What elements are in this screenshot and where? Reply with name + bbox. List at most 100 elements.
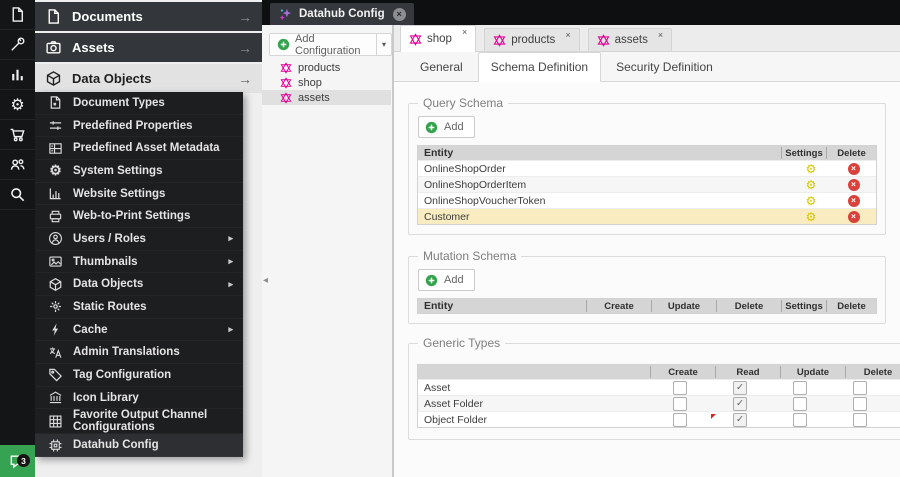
table-row[interactable]: OnlineShopOrder ⚙ × [418,160,876,176]
menu-item-datahub-config[interactable]: Datahub Config [35,434,243,458]
gear-icon: ⚙ [49,162,62,179]
column-header-delete: Delete [826,300,876,312]
table-row[interactable]: Asset ✓ [418,379,900,395]
collapse-panel-handle[interactable]: ◂ [263,275,268,286]
settings-gear-icon[interactable]: ⚙ [806,179,817,191]
rail-item-gear[interactable]: ⚙ [0,90,35,120]
rail-item-wrench[interactable] [0,30,35,60]
menu-item-tag-configuration[interactable]: Tag Configuration [35,364,243,387]
chevron-right-icon: ▸ [228,233,233,244]
subtab-schema-definition[interactable]: Schema Definition [477,52,602,82]
menu-item-label: Static Routes [73,300,147,313]
menu-item-label: Icon Library [73,391,139,404]
notifications-button[interactable]: 3 [0,445,35,477]
accordion-header-assets[interactable]: Assets → [35,33,262,62]
delete-icon[interactable]: × [847,162,860,175]
column-header-create: Create [650,366,715,378]
generic-types-table: Create Read Update Delete Asset ✓ Asset Folder… [417,364,900,428]
menu-item-icon-library[interactable]: Icon Library [35,387,243,410]
cube-icon [45,70,62,87]
schema-definition-content: Query Schema Add Entity Settings Delete Onl… [394,80,900,477]
close-icon[interactable]: × [565,31,570,40]
menu-item-document-types[interactable]: Document Types [35,92,243,115]
close-icon[interactable]: × [392,7,406,21]
create-cell [650,396,710,411]
menu-item-system-settings[interactable]: ⚙ System Settings [35,160,243,183]
menu-item-thumbnails[interactable]: Thumbnails ▸ [35,251,243,274]
settings-gear-icon[interactable]: ⚙ [806,211,817,223]
table-row[interactable]: Object Folder ✓ [418,411,900,427]
delete-icon[interactable]: × [847,210,860,223]
editor-tab-assets[interactable]: assets × [587,28,673,51]
update-cell [770,396,830,411]
menu-item-predefined-properties[interactable]: Predefined Properties [35,115,243,138]
menu-item-admin-translations[interactable]: Admin Translations [35,341,243,364]
editor-tab-products[interactable]: products × [484,28,580,51]
menu-item-favorite-output-channel-configurations[interactable]: Favorite Output Channel Configurations [35,409,243,434]
tree-item-shop[interactable]: shop [262,75,391,90]
close-icon[interactable]: × [658,31,663,40]
add-button-label: Add [444,274,464,286]
read-checkbox[interactable]: ✓ [733,412,747,427]
sparkle-icon [278,7,293,22]
plus-circle-icon [425,121,438,134]
menu-item-static-routes[interactable]: Static Routes [35,296,243,319]
delete-cell: × [831,162,876,175]
accordion-label: Data Objects [72,71,152,86]
table-row[interactable]: OnlineShopOrderItem ⚙ × [418,176,876,192]
editor-tab-shop[interactable]: shop × [400,25,477,52]
delete-cell [830,396,890,411]
table-row[interactable]: OnlineShopVoucherToken ⚙ × [418,192,876,208]
tree-item-products[interactable]: products [262,60,391,75]
accordion-header-data-objects[interactable]: Data Objects → [35,64,262,93]
delete-checkbox[interactable] [853,412,867,427]
add-configuration-dropdown[interactable]: ▾ [376,34,391,55]
table-row[interactable]: Asset Folder ✓ [418,395,900,411]
create-checkbox[interactable] [673,396,687,411]
create-checkbox[interactable] [673,380,687,395]
delete-icon[interactable]: × [847,194,860,207]
mutation-schema-add-button[interactable]: Add [418,269,475,291]
accordion-label: Assets [72,40,115,55]
subtab-security-definition[interactable]: Security Definition [604,52,725,81]
read-checkbox[interactable]: ✓ [733,396,747,411]
rail-item-cart[interactable] [0,120,35,150]
rail-item-users[interactable] [0,150,35,180]
delete-cell [830,412,890,427]
datahub-config-panel: ◂ Add Configuration ▾ products shop assets [262,25,393,477]
create-checkbox[interactable] [673,412,687,427]
tree-item-assets[interactable]: assets [262,90,391,105]
update-checkbox[interactable] [793,412,807,427]
column-header-delete: Delete [826,147,876,159]
menu-item-users-roles[interactable]: Users / Roles ▸ [35,228,243,251]
menu-item-predefined-asset-metadata[interactable]: Predefined Asset Metadata [35,137,243,160]
delete-checkbox[interactable] [853,396,867,411]
settings-gear-icon[interactable]: ⚙ [806,195,817,207]
accordion-header-documents[interactable]: Documents → [35,2,262,31]
update-checkbox[interactable] [793,380,807,395]
add-configuration-button[interactable]: Add Configuration ▾ [269,33,392,57]
chevron-right-icon: ▸ [228,278,233,289]
menu-item-label: Tag Configuration [73,368,172,381]
delete-icon[interactable]: × [847,178,860,191]
menu-item-website-settings[interactable]: Website Settings [35,183,243,206]
menu-item-data-objects[interactable]: Data Objects ▸ [35,273,243,296]
read-checkbox[interactable]: ✓ [733,380,747,395]
update-checkbox[interactable] [793,396,807,411]
table-header-row: Entity Create Update Delete Settings Delete [418,299,876,313]
query-schema-add-button[interactable]: Add [418,116,475,138]
subtab-general[interactable]: General [408,52,475,81]
file-icon [45,8,62,25]
table-row[interactable]: Customer ⚙ × [418,208,876,224]
rail-item-bar-chart[interactable] [0,60,35,90]
column-header-delete: Delete [845,366,900,378]
rail-item-search[interactable] [0,180,35,210]
close-icon[interactable]: × [462,28,467,37]
rail-item-file[interactable] [0,0,35,30]
settings-gear-icon[interactable]: ⚙ [806,163,817,175]
delete-checkbox[interactable] [853,380,867,395]
menu-item-cache[interactable]: Cache ▸ [35,319,243,342]
menu-item-web-to-print-settings[interactable]: Web-to-Print Settings [35,205,243,228]
update-cell [770,380,830,395]
window-tab-datahub-config[interactable]: Datahub Config × [270,3,414,25]
